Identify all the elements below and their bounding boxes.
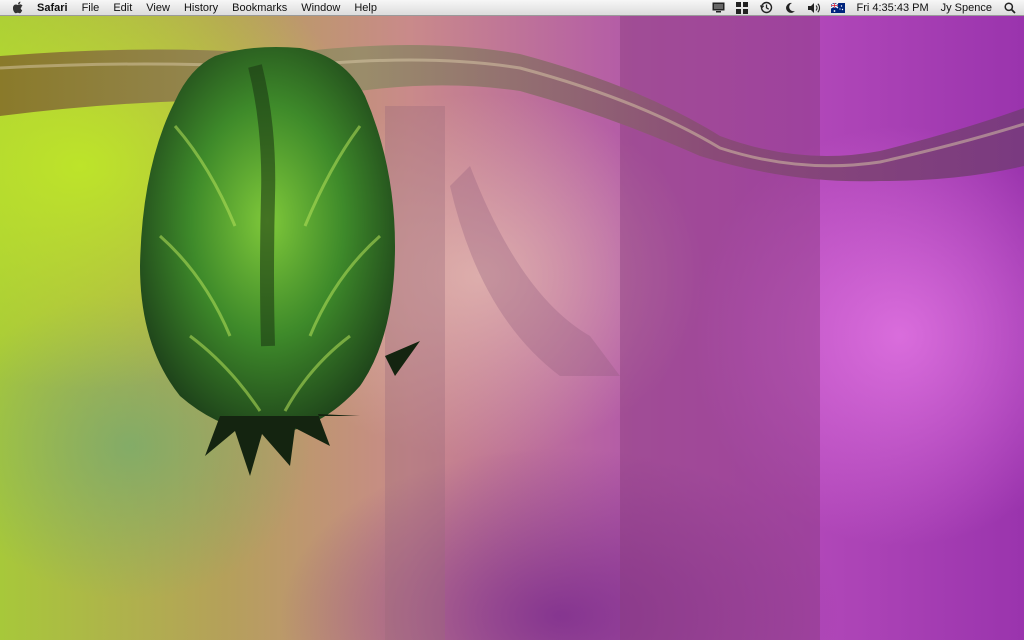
time-machine-icon[interactable] xyxy=(759,1,773,14)
menu-bar-extras: Fri 4:35:43 PM Jy Spence xyxy=(706,0,1024,16)
flag-icon[interactable] xyxy=(831,2,846,14)
menu-bar: Safari File Edit View History Bookmarks … xyxy=(0,0,1024,16)
spaces-icon[interactable] xyxy=(735,1,749,14)
spotlight-search-icon[interactable] xyxy=(1004,1,1018,14)
wallpaper-artwork xyxy=(0,16,1024,640)
menu-window[interactable]: Window xyxy=(294,0,347,16)
menu-view[interactable]: View xyxy=(139,0,177,16)
moon-icon[interactable] xyxy=(783,2,797,14)
menu-history[interactable]: History xyxy=(177,0,225,16)
volume-icon[interactable] xyxy=(807,2,821,14)
apple-menu-icon[interactable] xyxy=(13,1,27,15)
menu-help[interactable]: Help xyxy=(347,0,384,16)
display-icon[interactable] xyxy=(711,2,725,14)
menu-app-name[interactable]: Safari xyxy=(37,0,75,16)
menu-bar-left: Safari File Edit View History Bookmarks … xyxy=(0,0,384,16)
menu-edit[interactable]: Edit xyxy=(106,0,139,16)
desktop: Safari File Edit View History Bookmarks … xyxy=(0,0,1024,640)
hanging-bird-shape xyxy=(140,47,420,476)
menu-clock[interactable]: Fri 4:35:43 PM xyxy=(850,0,934,16)
menu-user-name[interactable]: Jy Spence xyxy=(935,0,998,16)
branch-shadow xyxy=(450,166,620,376)
menu-file[interactable]: File xyxy=(75,0,107,16)
menu-bookmarks[interactable]: Bookmarks xyxy=(225,0,294,16)
desktop-wallpaper xyxy=(0,16,1024,640)
